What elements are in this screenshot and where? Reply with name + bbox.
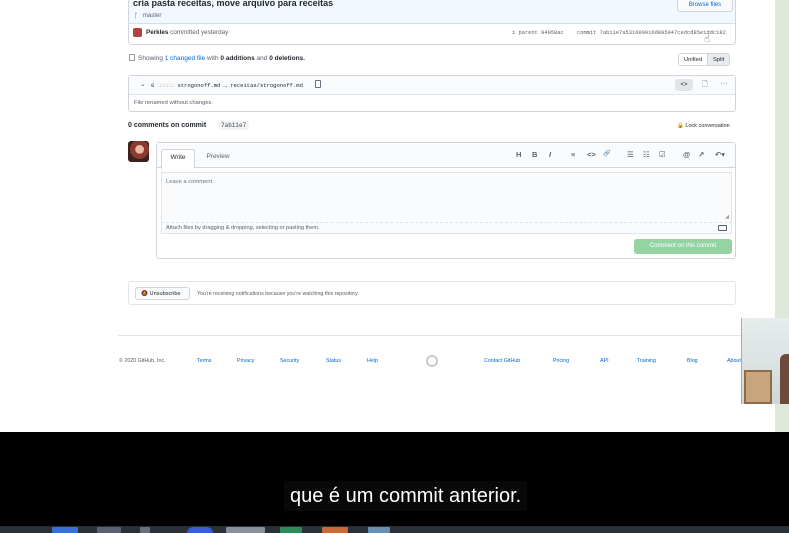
commit-author-line: Perkles committed yesterday (146, 29, 228, 36)
resize-grip-icon[interactable]: ◢ (725, 214, 729, 220)
footer-link-api[interactable]: API (600, 358, 609, 364)
comment-form-header: Write Preview H B I ≡ <> 🔗 ☰ ☷ ☑ @ ↗ ↶▾ (157, 143, 735, 169)
file-change-count: 0 (151, 82, 155, 89)
footer-link-help[interactable]: Help (367, 358, 378, 364)
video-subtitle: que é um commit anterior. (284, 481, 528, 511)
copy-icon[interactable] (315, 80, 321, 88)
lock-conversation-label: Lock conversation (685, 123, 730, 129)
commit-title: cria pasta receitas, move arquivo para r… (133, 0, 334, 8)
attach-files-label: Attach files by dragging & dropping, sel… (166, 225, 320, 231)
taskbar-app-icon[interactable] (280, 527, 302, 533)
comment-textarea[interactable]: Leave a comment ◢ (161, 172, 732, 222)
bullet-list-icon[interactable]: ☰ (627, 150, 634, 159)
webcam-picture-frame (744, 370, 772, 404)
footer-link-blog[interactable]: Blog (687, 358, 698, 364)
browse-files-button[interactable]: Browse files (677, 0, 733, 12)
summary-with: with (207, 55, 219, 62)
footer-divider (118, 335, 775, 336)
taskbar-app-icon[interactable] (187, 527, 213, 533)
webcam-person (780, 354, 789, 404)
reply-icon[interactable]: ↶▾ (715, 150, 725, 159)
commit-title-area: cria pasta receitas, move arquivo para r… (129, 0, 735, 24)
unsubscribe-label: Unsubscribe (149, 291, 181, 297)
notification-reason: You're receiving notifications because y… (197, 291, 359, 297)
author-avatar[interactable] (133, 28, 142, 37)
webcam-overlay (741, 318, 789, 404)
changed-files-link[interactable]: 1 changed file (165, 55, 205, 62)
footer-link-contact[interactable]: Contact GitHub (484, 358, 520, 364)
markdown-icon[interactable] (718, 225, 727, 231)
split-button[interactable]: Split (708, 54, 730, 65)
taskbar-app-icon[interactable] (226, 527, 265, 533)
file-diff-icon (129, 54, 135, 61)
notifications-box: 🔕 Unsubscribe You're receiving notificat… (128, 281, 736, 305)
comment-form: Write Preview H B I ≡ <> 🔗 ☰ ☷ ☑ @ ↗ ↶▾ … (156, 142, 736, 259)
footer-link-status[interactable]: Status (326, 358, 341, 364)
commit-sha-badge: 7ab11e7 (218, 121, 250, 130)
tab-write[interactable]: Write (161, 149, 195, 169)
summary-showing: Showing (138, 55, 163, 62)
chevron-down-icon[interactable]: ⌄ (140, 80, 146, 88)
comment-placeholder: Leave a comment (166, 179, 213, 185)
bold-icon[interactable]: B (532, 150, 537, 159)
footer-link-training[interactable]: Training (637, 358, 656, 364)
file-path: 0 □□□□□ strogonoff.md → receitas/strogon… (151, 82, 303, 89)
code-icon[interactable]: <> (587, 150, 596, 159)
unified-button[interactable]: Unified (679, 54, 709, 65)
heading-icon[interactable]: H (516, 150, 521, 159)
taskbar-app-icon[interactable] (97, 527, 121, 533)
mention-icon[interactable]: @ (683, 150, 690, 159)
mouse-cursor-icon: ☝ (704, 34, 711, 45)
taskbar-app-icon[interactable] (368, 527, 390, 533)
file-renamed-note: File renamed without changes. (134, 100, 213, 106)
lock-icon: 🔒 (677, 123, 684, 129)
code-view-button[interactable]: <> (675, 79, 693, 91)
parent-commit[interactable]: 1 parent 94958ac (512, 30, 564, 36)
attach-files-bar[interactable]: Attach files by dragging & dropping, sel… (161, 222, 732, 234)
more-icon[interactable]: ··· (717, 79, 731, 91)
lock-conversation-link[interactable]: 🔒 Lock conversation (677, 123, 730, 129)
numbered-list-icon[interactable]: ☷ (643, 150, 650, 159)
footer-copyright: © 2020 GitHub, Inc. (119, 358, 166, 364)
additions-count: 0 additions (220, 55, 255, 62)
branch-name[interactable]: master (143, 13, 161, 19)
github-logo-icon[interactable] (426, 355, 438, 367)
unsubscribe-button[interactable]: 🔕 Unsubscribe (135, 287, 190, 300)
summary-and: and (256, 55, 268, 62)
taskbar-app-icon[interactable] (52, 527, 78, 533)
diff-view-toggle: Unified Split (678, 53, 731, 66)
deletions-count: 0 deletions. (269, 55, 305, 62)
bell-slash-icon: 🔕 (141, 291, 148, 297)
task-list-icon[interactable]: ☑ (659, 150, 666, 159)
file-diff: ⌄ 0 □□□□□ strogonoff.md → receitas/strog… (128, 75, 736, 112)
user-avatar[interactable] (128, 141, 149, 162)
file-icon[interactable]: 🗋 (699, 79, 711, 91)
link-icon[interactable]: 🔗 (603, 150, 610, 157)
quote-icon[interactable]: ≡ (571, 150, 575, 159)
diffstat-blocks: □□□□□ (157, 82, 175, 89)
footer-link-about[interactable]: About (727, 358, 741, 364)
author-name[interactable]: Perkles (146, 29, 168, 36)
github-commit-page: cria pasta receitas, move arquivo para r… (0, 0, 775, 432)
taskbar-app-icon[interactable] (322, 527, 348, 533)
diff-summary: Showing 1 changed file with 0 additions … (138, 55, 305, 62)
comment-submit-button[interactable]: Comment on this commit (634, 239, 732, 254)
file-header: ⌄ 0 □□□□□ strogonoff.md → receitas/strog… (129, 76, 735, 95)
file-rename-path: strogonoff.md → receitas/strogonoff.md (177, 82, 303, 89)
reference-icon[interactable]: ↗ (698, 150, 704, 159)
committed-time: committed yesterday (170, 29, 229, 36)
footer-link-security[interactable]: Security (280, 358, 299, 364)
taskbar-app-icon[interactable] (140, 527, 150, 533)
footer-link-terms[interactable]: Terms (197, 358, 211, 364)
italic-icon[interactable]: I (549, 150, 551, 159)
footer-link-privacy[interactable]: Privacy (237, 358, 254, 364)
footer-link-pricing[interactable]: Pricing (553, 358, 569, 364)
comments-heading: 0 comments on commit (128, 122, 207, 129)
tab-preview[interactable]: Preview (201, 149, 235, 167)
commit-header: cria pasta receitas, move arquivo para r… (128, 0, 736, 45)
branch-icon: ᚴ (134, 13, 139, 20)
